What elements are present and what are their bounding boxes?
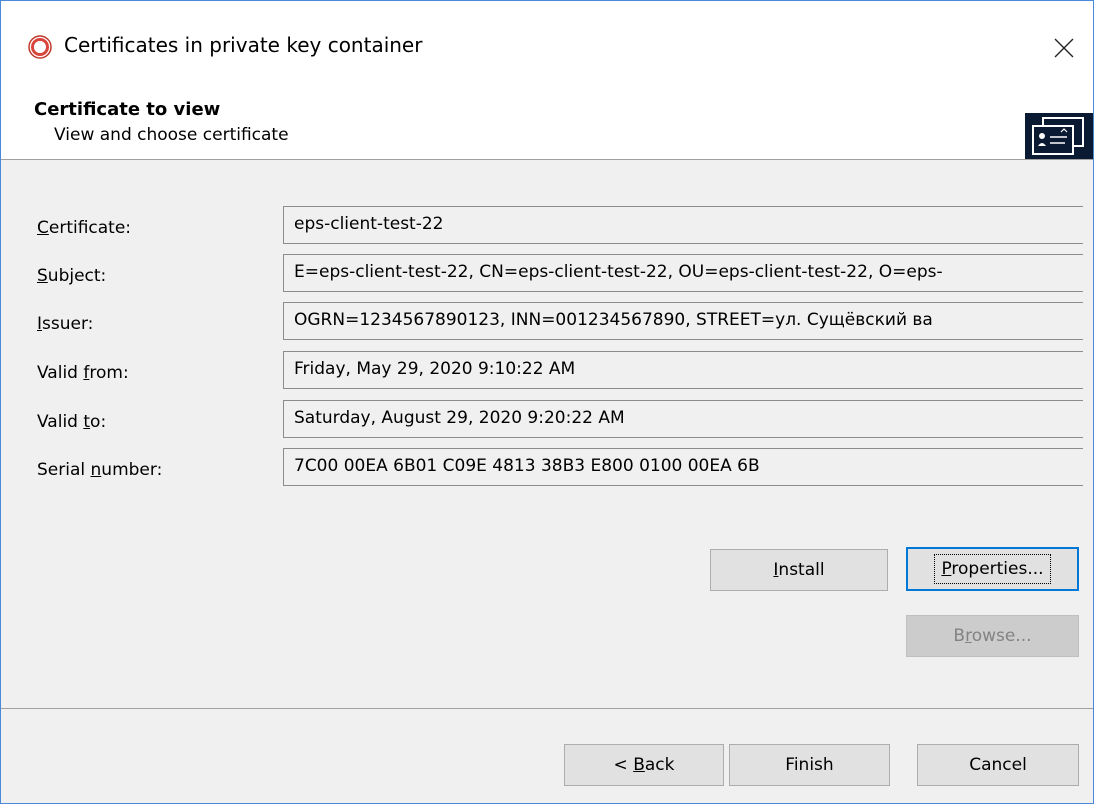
finish-button-label: Finish bbox=[785, 755, 834, 775]
cancel-button-label: Cancel bbox=[969, 755, 1027, 775]
footer-separator bbox=[1, 708, 1093, 709]
header-subtitle: View and choose certificate bbox=[54, 125, 289, 145]
subject-field[interactable]: E=eps-client-test-22, CN=eps-client-test… bbox=[283, 254, 1083, 292]
browse-button-label: Browse... bbox=[953, 626, 1032, 646]
certificate-label: Certificate: bbox=[37, 218, 132, 238]
browse-button[interactable]: Browse... bbox=[906, 615, 1079, 657]
close-button[interactable] bbox=[1041, 25, 1087, 71]
close-icon bbox=[1054, 38, 1074, 58]
cryptopro-logo-icon bbox=[28, 35, 52, 59]
issuer-field[interactable]: OGRN=1234567890123, INN=001234567890, ST… bbox=[283, 302, 1083, 340]
title-bar: Certificates in private key container bbox=[1, 1, 1093, 91]
subject-label: Subject: bbox=[37, 266, 107, 286]
finish-button[interactable]: Finish bbox=[729, 744, 890, 786]
certificate-field[interactable]: eps-client-test-22 bbox=[283, 206, 1083, 244]
valid-to-label: Valid to: bbox=[37, 412, 107, 432]
serial-number-label: Serial number: bbox=[37, 460, 163, 480]
dialog-window: Certificates in private key container Ce… bbox=[0, 0, 1094, 804]
valid-to-field[interactable]: Saturday, August 29, 2020 9:20:22 AM bbox=[283, 400, 1083, 438]
certificate-cards-icon bbox=[1025, 113, 1093, 159]
window-title: Certificates in private key container bbox=[64, 33, 423, 57]
cancel-button[interactable]: Cancel bbox=[917, 744, 1079, 786]
header-title: Certificate to view bbox=[34, 99, 221, 120]
wizard-header: Certificate to view View and choose cert… bbox=[1, 91, 1093, 160]
properties-button[interactable]: Properties... bbox=[906, 547, 1079, 591]
serial-number-field[interactable]: 7C00 00EA 6B01 C09E 4813 38B3 E800 0100 … bbox=[283, 448, 1083, 486]
properties-button-label: Properties... bbox=[934, 554, 1051, 584]
back-button[interactable]: < Back bbox=[564, 744, 724, 786]
issuer-label: Issuer: bbox=[37, 314, 94, 334]
valid-from-label: Valid from: bbox=[37, 363, 129, 383]
install-button-label: Install bbox=[773, 560, 825, 580]
valid-from-field[interactable]: Friday, May 29, 2020 9:10:22 AM bbox=[283, 351, 1083, 389]
back-button-label: < Back bbox=[613, 755, 675, 775]
install-button[interactable]: Install bbox=[710, 549, 888, 591]
